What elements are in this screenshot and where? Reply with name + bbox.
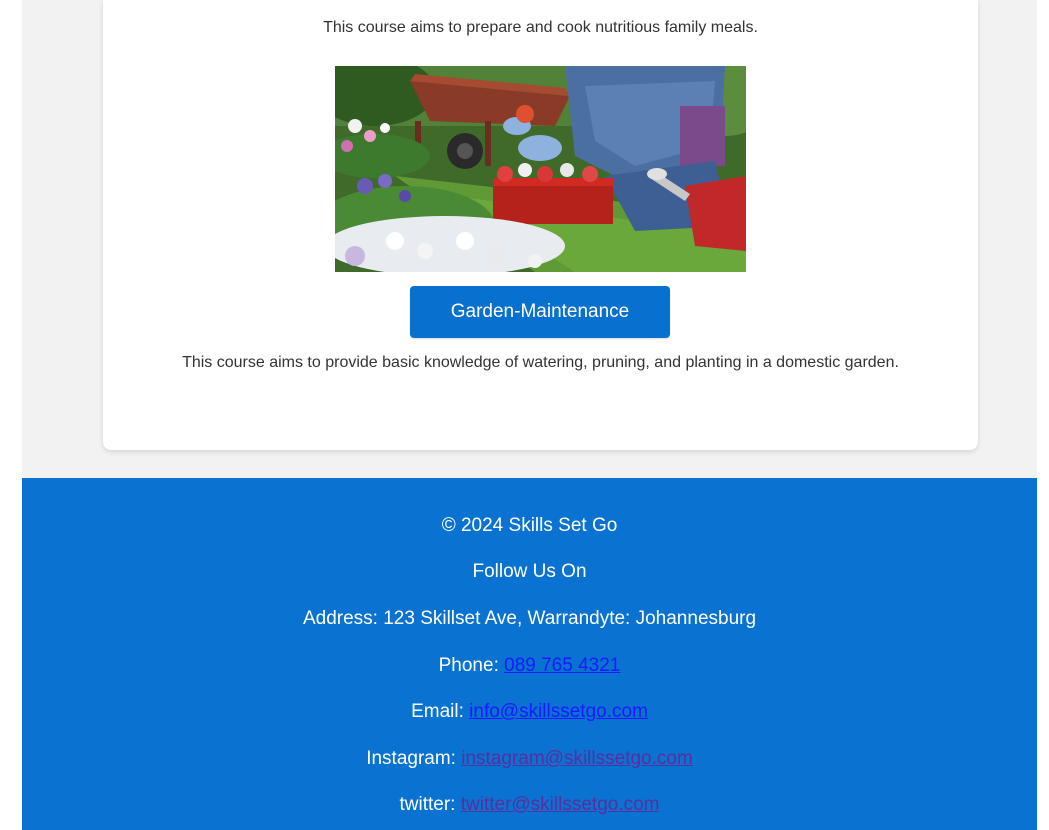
instagram-link[interactable]: instagram@skillssetgo.com [461, 748, 693, 769]
footer-phone-label: Phone: [438, 655, 505, 676]
footer-copyright: © 2024 Skills Set Go [441, 515, 618, 536]
courses-section: This course aims to prepare and cook nut… [22, 0, 1037, 478]
phone-link[interactable]: 089 765 4321 [504, 655, 620, 676]
footer-twitter: twitter: twitter@skillssetgo.com [22, 793, 1037, 817]
footer-address: Address: 123 Skillset Ave, Warrandyte: J… [302, 608, 757, 629]
garden-maintenance-image [335, 66, 746, 272]
email-link[interactable]: info@skillssetgo.com [469, 701, 648, 722]
footer-phone: Phone: 089 765 4321 [22, 654, 1037, 678]
site-footer: © 2024 Skills Set Go Follow Us On Addres… [22, 478, 1037, 830]
footer-twitter-label: twitter: [399, 794, 461, 815]
footer-email-label: Email: [411, 701, 470, 722]
footer-instagram-label: Instagram: [366, 748, 462, 769]
garden-course-description: This course aims to provide basic knowle… [182, 354, 899, 371]
page: This course aims to prepare and cook nut… [0, 0, 1049, 830]
cooking-course-description: This course aims to prepare and cook nut… [323, 19, 758, 36]
twitter-link[interactable]: twitter@skillssetgo.com [461, 794, 660, 815]
footer-email: Email: info@skillssetgo.com [22, 700, 1037, 724]
footer-instagram: Instagram: instagram@skillssetgo.com [22, 747, 1037, 771]
garden-maintenance-button[interactable]: Garden-Maintenance [410, 286, 670, 338]
course-card: This course aims to prepare and cook nut… [103, 0, 978, 450]
footer-follow-us: Follow Us On [472, 561, 587, 582]
